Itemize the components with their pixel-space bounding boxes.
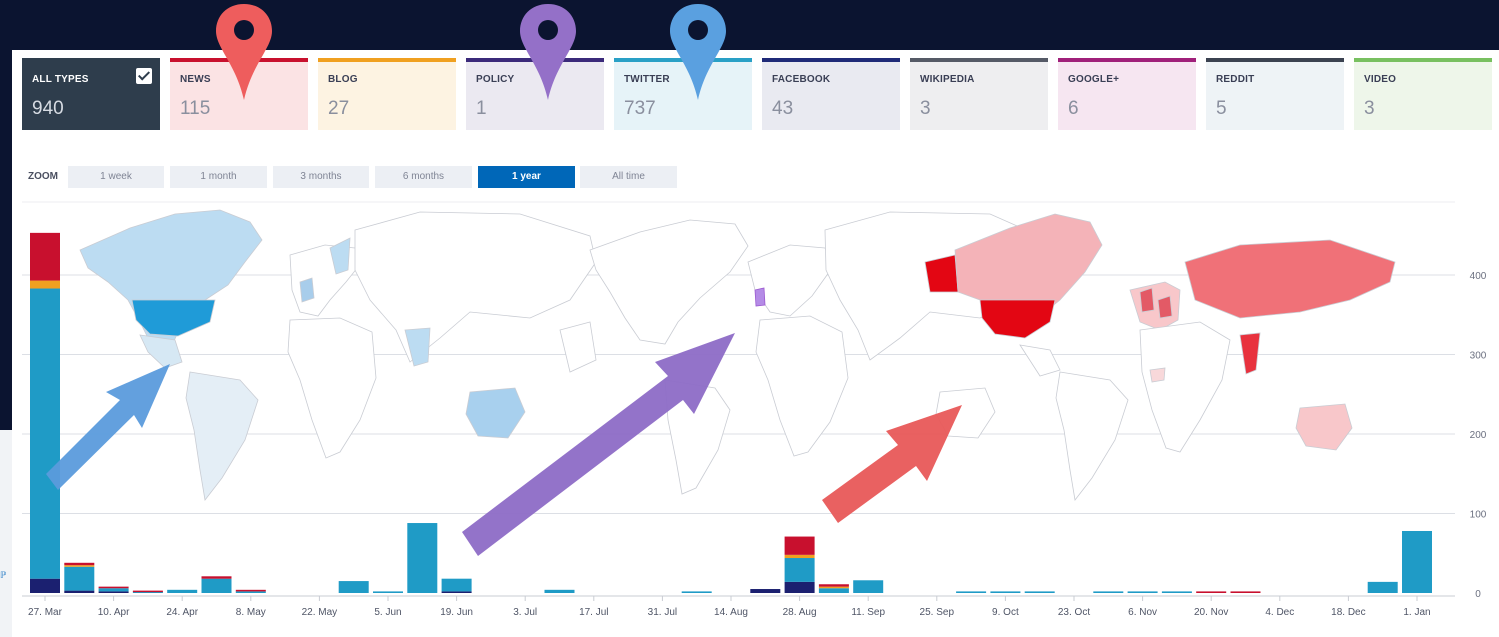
- bar-segment-twitter[interactable]: [30, 288, 60, 579]
- map-pin-purple: [520, 4, 576, 100]
- bar-segment-twitter[interactable]: [956, 591, 987, 593]
- bar-segment-news[interactable]: [64, 562, 95, 566]
- bar-segment-twitter[interactable]: [167, 589, 198, 593]
- bar-segment-news[interactable]: [784, 536, 815, 555]
- bar-segment-twitter[interactable]: [1127, 591, 1158, 593]
- bar-segment-facebook[interactable]: [750, 589, 781, 593]
- bar-segment-twitter[interactable]: [441, 578, 472, 592]
- bar-segment-news[interactable]: [235, 589, 266, 592]
- bar-segment-facebook[interactable]: [784, 581, 815, 593]
- x-tick-label: 8. May: [236, 607, 266, 618]
- x-tick-label: 31. Jul: [648, 607, 677, 618]
- bar-segment-news[interactable]: [1196, 591, 1227, 593]
- map-pin-blue: [670, 4, 726, 100]
- x-tick-label: 5. Jun: [374, 607, 401, 618]
- bar-segment-twitter[interactable]: [64, 566, 95, 591]
- bar-segment-blog[interactable]: [818, 586, 849, 589]
- x-tick-label: 18. Dec: [1331, 607, 1365, 618]
- bar-segment-twitter[interactable]: [1161, 591, 1192, 593]
- x-tick-label: 22. May: [302, 607, 338, 618]
- y-tick-label: 200: [1470, 430, 1487, 441]
- bar-segment-facebook[interactable]: [64, 590, 95, 593]
- bar-segment-facebook[interactable]: [441, 591, 472, 593]
- bar-segment-twitter[interactable]: [544, 589, 575, 593]
- x-tick-label: 14. Aug: [714, 607, 748, 618]
- bar-segment-news[interactable]: [132, 590, 163, 593]
- bar-segment-twitter[interactable]: [373, 591, 403, 593]
- x-tick-label: 19. Jun: [440, 607, 473, 618]
- x-tick-label: 25. Sep: [920, 607, 955, 618]
- world-map-right: [924, 213, 1396, 501]
- x-tick-label: 10. Apr: [98, 607, 130, 618]
- y-tick-label: 100: [1470, 510, 1487, 521]
- x-tick-label: 24. Apr: [166, 607, 198, 618]
- bar-segment-twitter[interactable]: [201, 578, 232, 593]
- x-tick-label: 20. Nov: [1194, 607, 1228, 618]
- bar-segment-twitter[interactable]: [1367, 581, 1398, 593]
- bar-segment-news[interactable]: [201, 576, 232, 579]
- bar-segment-facebook[interactable]: [98, 591, 129, 593]
- bar-segment-twitter[interactable]: [990, 591, 1021, 593]
- bar-segment-twitter[interactable]: [235, 591, 266, 593]
- bar-segment-twitter[interactable]: [818, 588, 849, 593]
- bar-segment-news[interactable]: [1230, 591, 1261, 593]
- x-tick-label: 23. Oct: [1058, 607, 1090, 618]
- map-pin-red: [216, 4, 272, 100]
- x-tick-label: 3. Jul: [513, 607, 537, 618]
- chart-x-axis: 27. Mar 10. Apr 24. Apr 8. May 22. May 5. Jun…: [28, 596, 1431, 618]
- y-tick-label: 300: [1470, 351, 1487, 362]
- bar-segment-twitter[interactable]: [98, 588, 129, 592]
- x-tick-label: 11. Sep: [851, 607, 885, 618]
- screenshot-stage: ℙ ALL TYPES 940 NEWS 115 BLOG 27 POLICY …: [0, 0, 1499, 637]
- bar-segment-twitter[interactable]: [1402, 530, 1432, 593]
- x-tick-label: 27. Mar: [28, 607, 63, 618]
- bar-segment-blog[interactable]: [784, 554, 815, 559]
- bar-segment-news[interactable]: [30, 232, 60, 281]
- chart-y-axis: 0 100 200 300 400: [1470, 271, 1487, 600]
- bar-segment-facebook[interactable]: [30, 578, 60, 593]
- bar-segment-blog[interactable]: [30, 280, 60, 289]
- bar-segment-news[interactable]: [818, 584, 849, 587]
- arrow-red: [822, 405, 962, 523]
- x-tick-label: 9. Oct: [992, 607, 1019, 618]
- x-tick-label: 1. Jan: [1403, 607, 1430, 618]
- x-tick-label: 6. Nov: [1128, 607, 1157, 618]
- bar-segment-twitter[interactable]: [1093, 591, 1124, 593]
- bar-segment-twitter[interactable]: [784, 558, 815, 582]
- bar-segment-blog[interactable]: [64, 565, 95, 567]
- bar-segment-news[interactable]: [98, 586, 129, 589]
- chart-and-map-overlay: 0 100 200 300 400 27. Mar 10. Apr 24. Apr 8. Ma…: [22, 4, 1487, 618]
- x-tick-label: 4. Dec: [1265, 607, 1294, 618]
- y-tick-label: 400: [1470, 271, 1487, 282]
- x-tick-label: 17. Jul: [579, 607, 608, 618]
- bar-segment-twitter[interactable]: [681, 591, 712, 593]
- bar-segment-twitter[interactable]: [1024, 591, 1055, 593]
- x-tick-label: 28. Aug: [783, 607, 817, 618]
- arrow-blue: [46, 364, 170, 490]
- bar-segment-twitter[interactable]: [853, 580, 884, 593]
- bar-segment-twitter[interactable]: [407, 523, 438, 593]
- y-tick-label: 0: [1475, 589, 1481, 600]
- bar-segment-twitter[interactable]: [338, 581, 369, 593]
